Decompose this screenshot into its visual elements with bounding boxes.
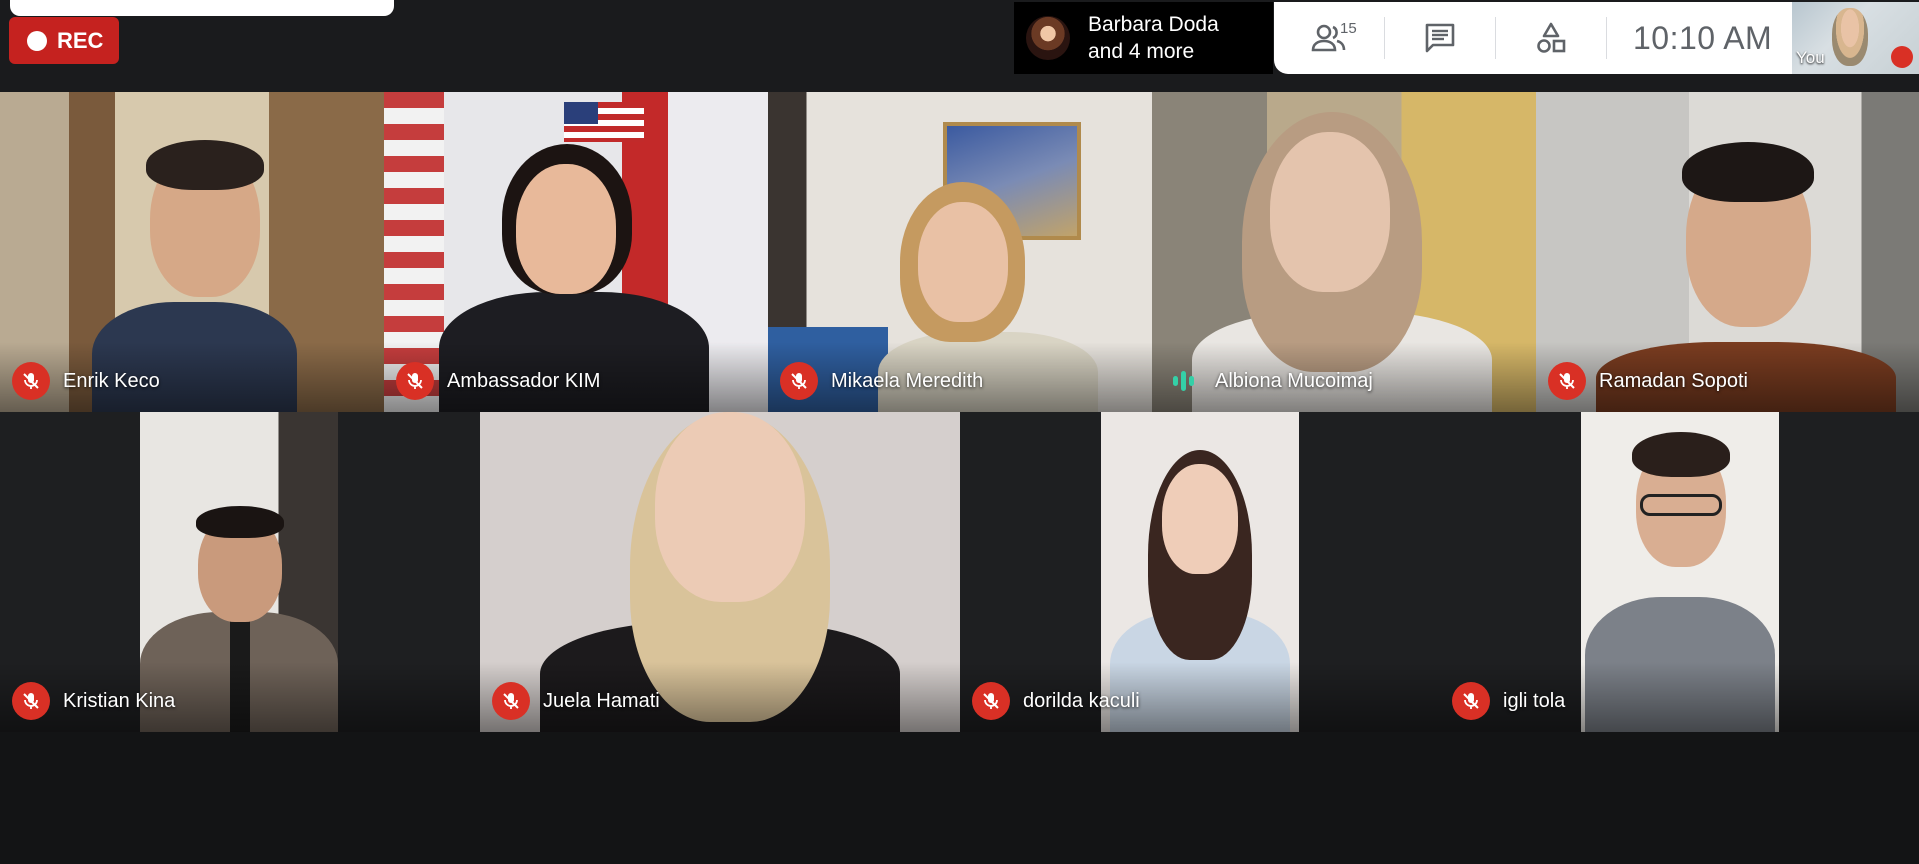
participant-tile[interactable]: Kristian Kina bbox=[0, 412, 480, 732]
participant-name: Mikaela Meredith bbox=[831, 369, 984, 392]
presenter-avatar bbox=[1026, 16, 1070, 60]
meeting-clock: 10:10 AM bbox=[1633, 19, 1773, 56]
participant-name: Albiona Mucoimaj bbox=[1215, 369, 1373, 392]
participant-count: 15 bbox=[1340, 20, 1357, 37]
participant-tile[interactable]: Ambassador KIM bbox=[384, 92, 768, 412]
participant-tile[interactable]: igli tola bbox=[1440, 412, 1919, 732]
self-view-tile[interactable]: You bbox=[1792, 2, 1919, 74]
self-view-label: You bbox=[1796, 48, 1825, 67]
participant-name: Enrik Keco bbox=[63, 369, 160, 392]
chat-button[interactable] bbox=[1385, 2, 1495, 74]
record-dot-icon bbox=[27, 30, 47, 51]
mic-off-icon bbox=[972, 682, 1010, 720]
mic-off-icon bbox=[1891, 46, 1913, 68]
participant-name: igli tola bbox=[1503, 689, 1566, 712]
mic-off-icon bbox=[780, 362, 818, 400]
participant-tile[interactable]: Ramadan Sopoti bbox=[1536, 92, 1919, 412]
mic-off-icon bbox=[492, 682, 530, 720]
activities-icon bbox=[1537, 22, 1566, 53]
top-white-pill bbox=[10, 0, 394, 16]
presenter-more: and 4 more bbox=[1088, 40, 1195, 63]
activities-button[interactable] bbox=[1496, 2, 1606, 74]
participant-tile[interactable]: dorilda kaculi bbox=[960, 412, 1440, 732]
chat-icon bbox=[1425, 23, 1455, 53]
participant-name: Ramadan Sopoti bbox=[1599, 369, 1748, 392]
glasses bbox=[1640, 494, 1722, 516]
mic-off-icon bbox=[12, 682, 50, 720]
mic-off-icon bbox=[12, 362, 50, 400]
mic-off-icon bbox=[1452, 682, 1490, 720]
meeting-controls-panel: 15 10:10 AM bbox=[1274, 2, 1792, 74]
self-video bbox=[1832, 8, 1868, 66]
people-button[interactable]: 15 bbox=[1274, 2, 1384, 74]
presenter-chip[interactable]: Barbara Doda and 4 more bbox=[1014, 2, 1273, 74]
mic-off-icon bbox=[1548, 362, 1586, 400]
panel-divider bbox=[1606, 17, 1607, 59]
participant-tile[interactable]: Enrik Keco bbox=[0, 92, 384, 412]
mic-off-icon bbox=[396, 362, 434, 400]
participant-name: Juela Hamati bbox=[543, 689, 660, 712]
participant-tile[interactable]: Albiona Mucoimaj bbox=[1152, 92, 1536, 412]
participant-name: Kristian Kina bbox=[63, 689, 176, 712]
participant-tile[interactable]: Juela Hamati bbox=[480, 412, 960, 732]
participant-tile[interactable]: Mikaela Meredith bbox=[768, 92, 1152, 412]
speaking-indicator-icon bbox=[1164, 362, 1202, 400]
recording-indicator[interactable]: REC bbox=[9, 17, 119, 64]
recording-label: REC bbox=[57, 27, 104, 53]
participant-name: Ambassador KIM bbox=[447, 369, 601, 392]
participant-name: dorilda kaculi bbox=[1023, 689, 1140, 712]
presenter-name: Barbara Doda bbox=[1088, 13, 1219, 36]
